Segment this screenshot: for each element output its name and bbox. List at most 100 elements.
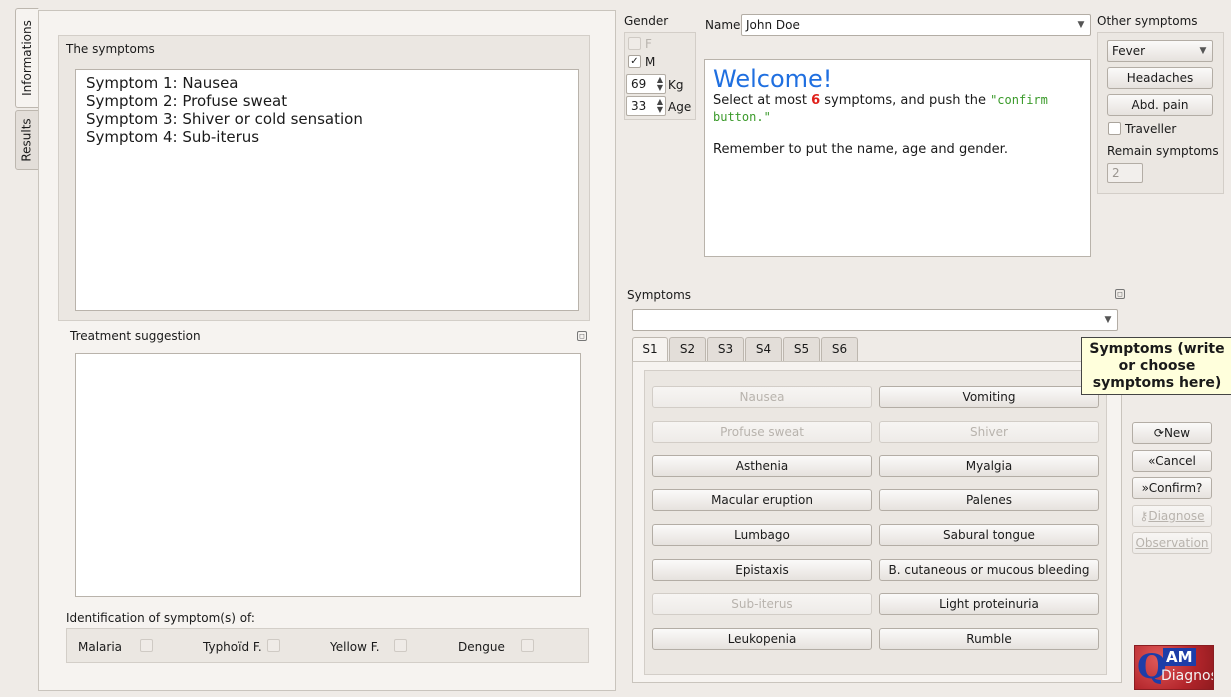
symptom-button-epistaxis[interactable]: Epistaxis <box>652 559 872 581</box>
symptom-button-vomiting[interactable]: Vomiting <box>879 386 1099 408</box>
chevron-down-icon[interactable]: ▼ <box>1194 41 1212 61</box>
symptom-button-shiver[interactable]: Shiver <box>879 421 1099 443</box>
confirm-button[interactable]: »Confirm? <box>1132 477 1212 499</box>
symptom-button-nausea[interactable]: Nausea <box>652 386 872 408</box>
symptom-line: Symptom 1: Nausea <box>86 74 239 92</box>
welcome-max-count: 6 <box>811 93 821 108</box>
name-combobox[interactable]: John Doe ▼ <box>741 14 1091 36</box>
symptom-line: Symptom 4: Sub-iterus <box>86 128 260 146</box>
abd-pain-button[interactable]: Abd. pain <box>1107 94 1213 116</box>
headaches-button[interactable]: Headaches <box>1107 67 1213 89</box>
symptom-button-myalgia[interactable]: Myalgia <box>879 455 1099 477</box>
symptom-button-sabural-tongue[interactable]: Sabural tongue <box>879 524 1099 546</box>
welcome-text-a: Select at most <box>713 93 812 108</box>
age-unit: Age <box>668 100 692 114</box>
remain-symptoms-value: 2 <box>1112 166 1120 180</box>
name-value: John Doe <box>746 18 800 32</box>
symptom-button-bleeding[interactable]: B. cutaneous or mucous bleeding <box>879 559 1099 581</box>
diagnose-label: Diagnose <box>1148 509 1205 523</box>
tab-informations-label: Informations <box>20 20 34 96</box>
welcome-box: Welcome! Select at most 6 symptoms, and … <box>704 59 1091 257</box>
welcome-title: Welcome! <box>713 65 833 93</box>
traveller-label: Traveller <box>1125 122 1177 136</box>
traveller-checkbox[interactable] <box>1108 122 1121 135</box>
spin-arrows-icon[interactable]: ▲ ▼ <box>657 76 663 92</box>
treatment-title: Treatment suggestion <box>70 329 201 343</box>
dengue-label: Dengue <box>458 640 505 654</box>
weight-spinbox[interactable]: 69 ▲ ▼ <box>626 74 666 94</box>
logo-diagnos: Diagnos <box>1161 668 1214 684</box>
symptom-button-lumbago[interactable]: Lumbago <box>652 524 872 546</box>
symptom-button-profuse-sweat[interactable]: Profuse sweat <box>652 421 872 443</box>
female-checkbox[interactable] <box>628 37 641 50</box>
tab-s2[interactable]: S2 <box>669 337 706 361</box>
typhoid-label: Typhoïd F. <box>203 640 262 654</box>
remain-symptoms-spinbox: 2 <box>1107 163 1143 183</box>
symptoms-group-title: The symptoms <box>66 42 155 56</box>
yellow-fever-label: Yellow F. <box>330 640 380 654</box>
welcome-text-b: symptoms, and push the <box>820 93 991 108</box>
forward-arrow-icon: » <box>1141 481 1149 495</box>
treatment-textarea[interactable] <box>75 353 581 597</box>
tab-s4[interactable]: S4 <box>745 337 782 361</box>
tab-s3[interactable]: S3 <box>707 337 744 361</box>
yellow-fever-checkbox[interactable] <box>394 639 407 652</box>
identification-title: Identification of symptom(s) of: <box>66 611 255 625</box>
symptom-button-light-proteinuria[interactable]: Light proteinuria <box>879 593 1099 615</box>
weight-value: 69 <box>631 77 647 91</box>
float-icon[interactable]: ◻ <box>577 331 587 341</box>
welcome-reminder: Remember to put the name, age and gender… <box>713 142 1008 157</box>
symptom-button-leukopenia[interactable]: Leukopenia <box>652 628 872 650</box>
symptoms-search-combobox[interactable]: ▼ <box>632 309 1118 331</box>
float-icon[interactable]: ◻ <box>1115 289 1125 299</box>
typhoid-checkbox[interactable] <box>267 639 280 652</box>
male-label: M <box>645 55 656 69</box>
tab-s6[interactable]: S6 <box>821 337 858 361</box>
other-symptoms-selected: Fever <box>1112 44 1146 58</box>
cancel-label: Cancel <box>1155 454 1196 468</box>
new-label: New <box>1163 426 1191 440</box>
symptom-line: Symptom 3: Shiver or cold sensation <box>86 110 363 128</box>
tab-results[interactable]: Results <box>15 110 39 170</box>
confirm-label: Confirm? <box>1148 481 1203 495</box>
symptom-button-sub-iterus[interactable]: Sub-iterus <box>652 593 872 615</box>
diagnose-button[interactable]: ⚷Diagnose <box>1132 505 1212 527</box>
malaria-checkbox[interactable] <box>140 639 153 652</box>
remain-symptoms-label: Remain symptoms <box>1107 144 1219 158</box>
tab-informations[interactable]: Informations <box>15 8 39 108</box>
dengue-checkbox[interactable] <box>521 639 534 652</box>
weight-unit: Kg <box>668 78 684 92</box>
tab-s5[interactable]: S5 <box>783 337 820 361</box>
chevron-down-icon[interactable]: ▼ <box>1099 310 1117 330</box>
name-label: Name <box>705 18 741 32</box>
cancel-button[interactable]: «Cancel <box>1132 450 1212 472</box>
gender-title: Gender <box>624 14 669 28</box>
welcome-instructions: Select at most 6 symptoms, and push the … <box>713 92 1082 126</box>
male-checkbox[interactable]: ✓ <box>628 55 641 68</box>
other-symptoms-combobox[interactable]: Fever ▼ <box>1107 40 1213 62</box>
symptom-button-rumble[interactable]: Rumble <box>879 628 1099 650</box>
observation-button[interactable]: Observation <box>1132 532 1212 554</box>
age-spinbox[interactable]: 33 ▲ ▼ <box>626 96 666 116</box>
symptoms-list: Symptom 1: Nausea Symptom 2: Profuse swe… <box>76 70 578 146</box>
tab-results-label: Results <box>20 118 34 162</box>
age-value: 33 <box>631 99 647 113</box>
symptom-button-palenes[interactable]: Palenes <box>879 489 1099 511</box>
symptoms-tooltip: Symptoms (write or choose symptoms here) <box>1081 337 1231 395</box>
amdiagnos-logo: Q AM Diagnos <box>1134 645 1214 690</box>
malaria-label: Malaria <box>78 640 123 654</box>
observation-label: Observation <box>1135 536 1209 550</box>
chevron-down-icon[interactable]: ▼ <box>1072 15 1090 35</box>
symptom-button-macular-eruption[interactable]: Macular eruption <box>652 489 872 511</box>
spin-arrows-icon[interactable]: ▲ ▼ <box>657 98 663 114</box>
new-icon: ⟳ <box>1153 426 1164 440</box>
symptoms-panel-title: Symptoms <box>627 288 692 302</box>
key-icon: ⚷ <box>1139 509 1149 523</box>
symptoms-textarea[interactable]: Symptom 1: Nausea Symptom 2: Profuse swe… <box>75 69 579 311</box>
logo-am: AM <box>1163 648 1196 666</box>
other-symptoms-title: Other symptoms <box>1097 14 1198 28</box>
symptom-button-asthenia[interactable]: Asthenia <box>652 455 872 477</box>
tab-s1[interactable]: S1 <box>632 337 668 363</box>
new-button[interactable]: ⟳New <box>1132 422 1212 444</box>
symptom-line: Symptom 2: Profuse sweat <box>86 92 288 110</box>
